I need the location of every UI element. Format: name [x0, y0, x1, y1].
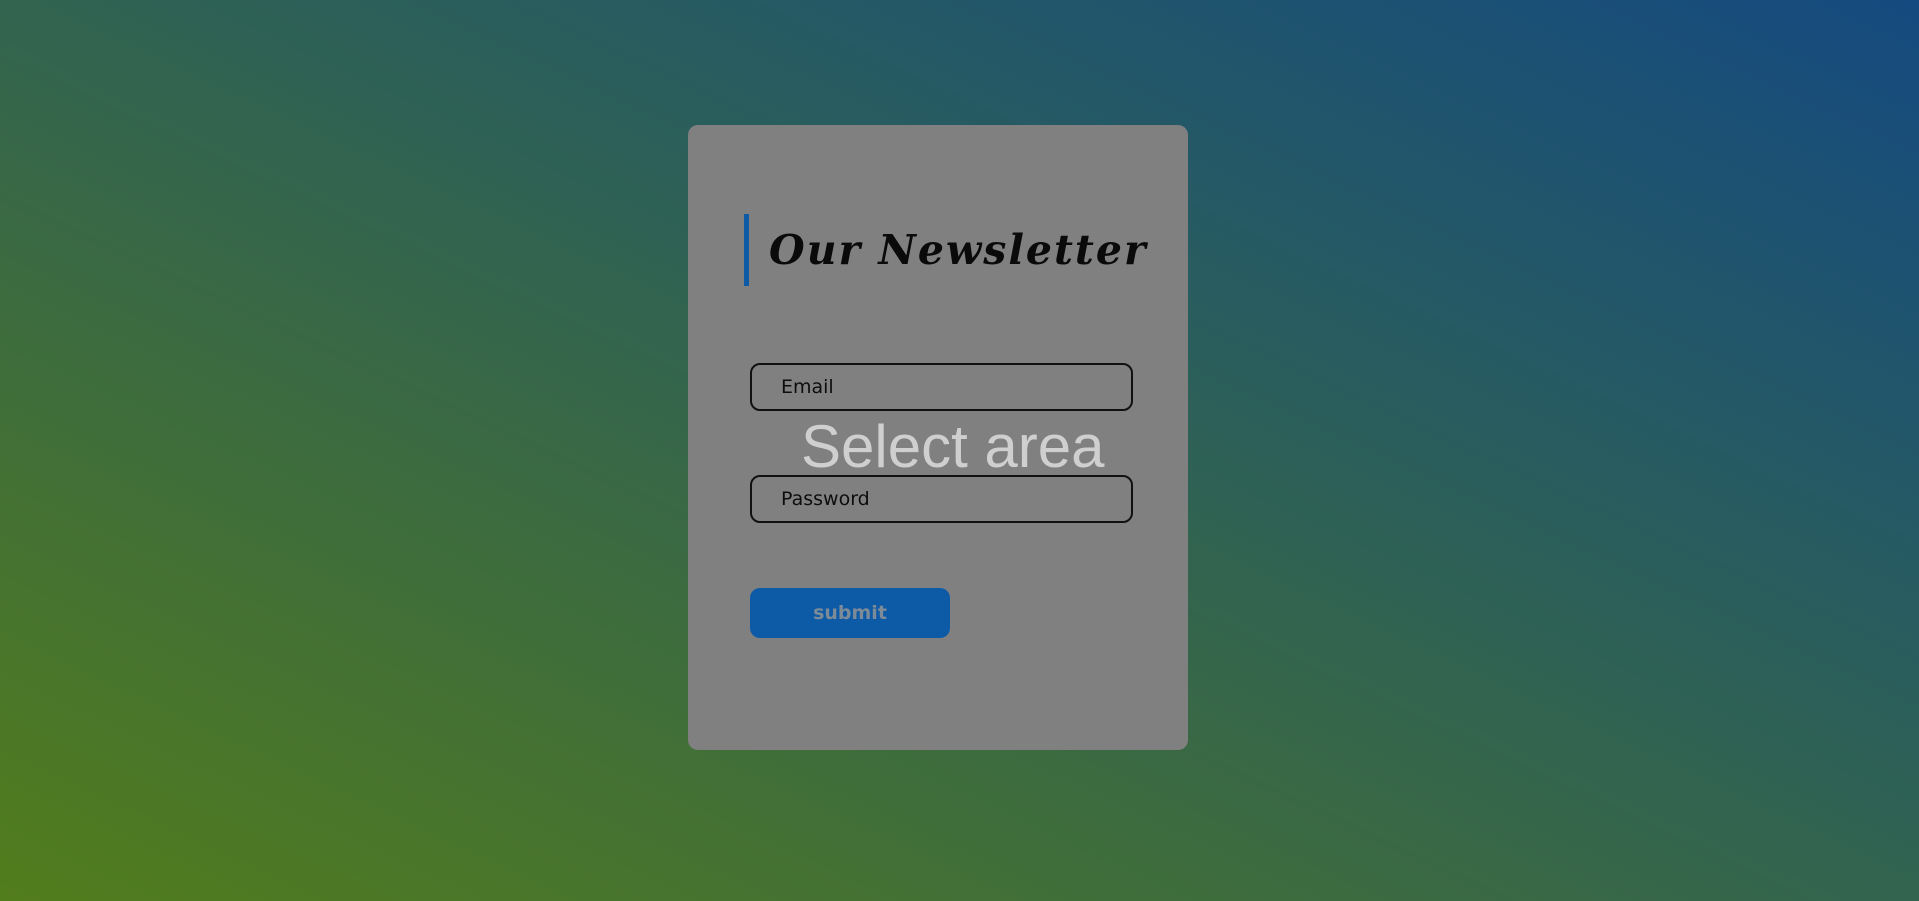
page-title: Our Newsletter — [769, 226, 1148, 274]
newsletter-card: Our Newsletter Select area submit — [688, 125, 1188, 750]
submit-button[interactable]: submit — [750, 588, 950, 638]
newsletter-heading: Our Newsletter — [744, 214, 1148, 286]
password-field[interactable] — [750, 475, 1133, 523]
email-field[interactable] — [750, 363, 1133, 411]
heading-accent-bar — [744, 214, 749, 286]
select-area-overlay-label: Select area — [801, 413, 1105, 480]
